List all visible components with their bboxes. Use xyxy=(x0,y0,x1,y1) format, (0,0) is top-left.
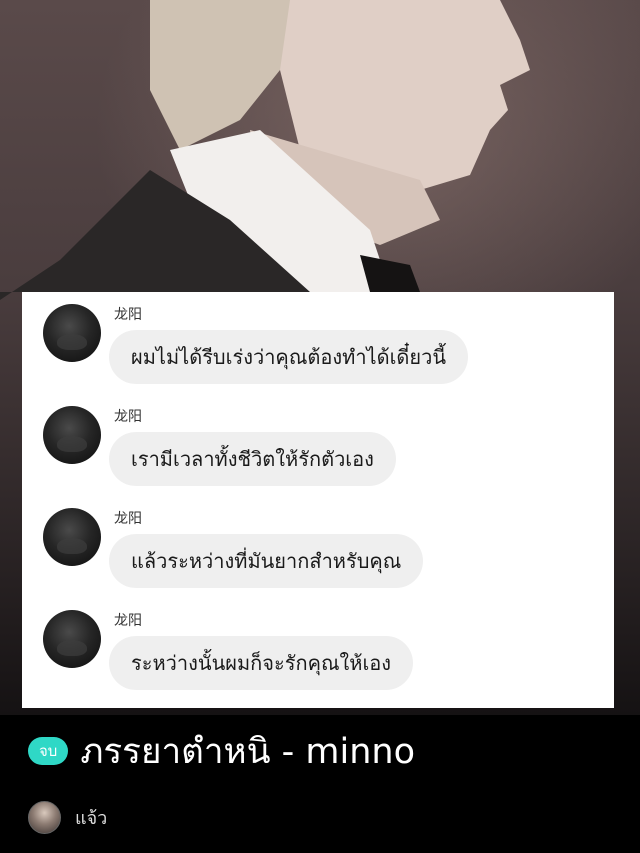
message-bubble: แล้วระหว่างที่มันยากสำหรับคุณ xyxy=(109,534,424,588)
message-bubble: เรามีเวลาทั้งชีวิตให้รักตัวเอง xyxy=(109,432,396,486)
sender-avatar xyxy=(43,508,101,566)
sender-avatar xyxy=(43,304,101,362)
chat-message: 龙阳 ระหว่างนั้นผมก็จะรักคุณให้เอง xyxy=(22,598,614,698)
story-title[interactable]: ภรรยาตำหนิ - minno xyxy=(80,724,415,779)
sender-avatar xyxy=(43,610,101,668)
sender-name: 龙阳 xyxy=(114,613,142,629)
chat-screenshot-card: 龙阳 ผมไม่ได้รีบเร่งว่าคุณต้องทำได้เดี๋ยวน… xyxy=(22,292,614,708)
chat-message: 龙阳 ผมไม่ได้รีบเร่งว่าคุณต้องทำได้เดี๋ยวน… xyxy=(22,292,614,392)
cover-image[interactable]: 龙阳 ผมไม่ได้รีบเร่งว่าคุณต้องทำได้เดี๋ยวน… xyxy=(0,0,640,715)
story-title-row[interactable]: จบ ภรรยาตำหนิ - minno xyxy=(28,728,415,774)
chat-message: 龙阳 แล้วระหว่างที่มันยากสำหรับคุณ xyxy=(22,496,614,596)
sender-avatar xyxy=(43,406,101,464)
message-bubble: ระหว่างนั้นผมก็จะรักคุณให้เอง xyxy=(109,636,414,690)
author-avatar[interactable] xyxy=(28,800,61,834)
sender-name: 龙阳 xyxy=(114,409,142,425)
author-status-text: แจ้ว xyxy=(75,807,108,829)
author-row[interactable]: แจ้ว xyxy=(28,800,108,834)
sender-name: 龙阳 xyxy=(114,511,142,527)
sender-name: 龙阳 xyxy=(114,307,142,323)
completed-badge: จบ xyxy=(28,737,69,765)
message-bubble: ผมไม่ได้รีบเร่งว่าคุณต้องทำได้เดี๋ยวนี้ xyxy=(109,330,469,384)
chat-message: 龙阳 เรามีเวลาทั้งชีวิตให้รักตัวเอง xyxy=(22,394,614,494)
